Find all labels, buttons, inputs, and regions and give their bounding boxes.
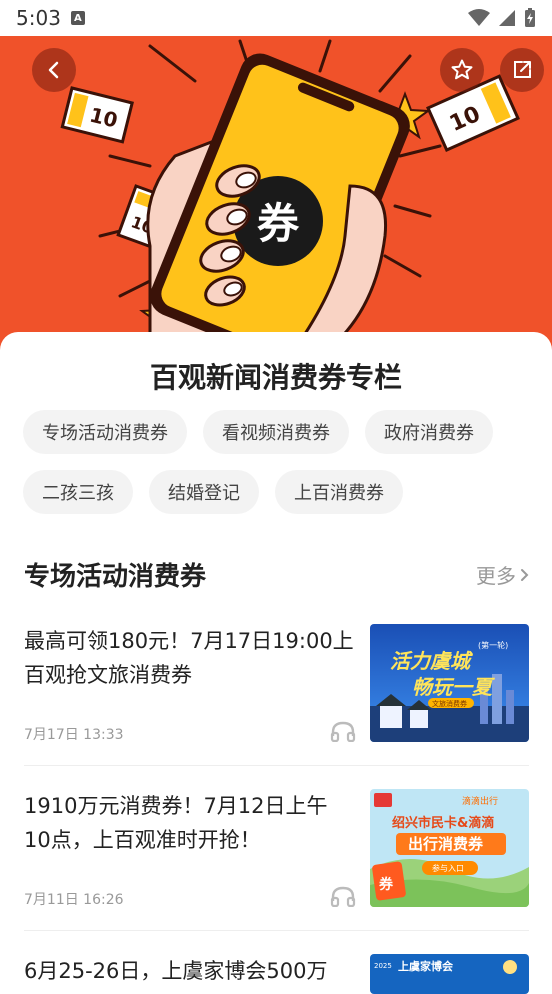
news-time: 7月11日 16:26 <box>24 892 124 908</box>
news-item[interactable]: 6月25-26日，上虞家博会500万 2025 上虞家博会 <box>24 954 529 994</box>
chip-shangbai[interactable]: 上百消费券 <box>275 470 403 514</box>
news-item[interactable]: 1910万元消费券！7月12日上午10点，上百观准时开抢！ 7月11日 16:2… <box>24 789 529 908</box>
share-external-icon <box>514 61 531 78</box>
svg-text:滴滴出行: 滴滴出行 <box>462 795 498 807</box>
news-thumbnail[interactable]: 活力虞城 畅玩一夏 (第一轮) 文旅消费券 <box>370 624 529 742</box>
chevron-right-icon <box>521 568 529 581</box>
svg-text:活力虞城: 活力虞城 <box>390 649 473 673</box>
hero-coupon-glyph: 券 <box>257 199 300 248</box>
section-title: 专场活动消费券 <box>24 562 207 592</box>
status-bar: 5:03 A <box>0 0 552 36</box>
svg-text:文旅消费券: 文旅消费券 <box>432 699 467 708</box>
news-time: 7月17日 13:33 <box>24 727 124 743</box>
share-button[interactable] <box>500 48 544 92</box>
news-title: 最高可领180元！7月17日19:00上百观抢文旅消费券 <box>24 629 354 687</box>
svg-text:出行消费券: 出行消费券 <box>408 835 484 853</box>
notification-a-icon: A <box>70 11 85 25</box>
favorite-button[interactable] <box>440 48 484 92</box>
svg-text:畅玩一夏: 畅玩一夏 <box>412 675 495 699</box>
battery-icon <box>525 8 535 27</box>
chip-government[interactable]: 政府消费券 <box>365 410 493 454</box>
content-sheet: 百观新闻消费券专栏 专场活动消费券 看视频消费券 政府消费券 二孩三孩 结婚登记… <box>0 332 552 994</box>
headphones-icon[interactable] <box>330 885 356 907</box>
chip-special-event[interactable]: 专场活动消费券 <box>23 410 187 454</box>
svg-text:(第一轮): (第一轮) <box>478 640 508 650</box>
svg-text:参与入口: 参与入口 <box>432 863 464 873</box>
headphones-icon[interactable] <box>330 720 356 742</box>
signal-icon <box>499 10 515 26</box>
wifi-icon <box>468 9 490 26</box>
news-thumbnail[interactable]: 滴滴出行 绍兴市民卡&滴滴 出行消费券 参与入口 券 <box>370 789 529 907</box>
svg-text:2025: 2025 <box>374 962 392 970</box>
section-header: 专场活动消费券 更多 <box>24 556 530 593</box>
chip-marriage[interactable]: 结婚登记 <box>149 470 259 514</box>
news-title: 1910万元消费券！7月12日上午10点，上百观准时开抢！ <box>24 794 328 852</box>
star-icon <box>451 59 473 80</box>
chip-video[interactable]: 看视频消费券 <box>203 410 349 454</box>
more-link[interactable]: 更多 <box>476 560 530 589</box>
status-time: 5:03 <box>16 6 61 30</box>
chip-second-third-child[interactable]: 二孩三孩 <box>23 470 133 514</box>
svg-text:绍兴市民卡&滴滴: 绍兴市民卡&滴滴 <box>392 815 494 831</box>
svg-text:券: 券 <box>379 876 394 893</box>
more-label: 更多 <box>476 564 516 588</box>
page-title: 百观新闻消费券专栏 <box>149 361 402 394</box>
news-thumbnail[interactable]: 2025 上虞家博会 <box>370 954 529 994</box>
chevron-left-icon <box>48 61 59 79</box>
svg-text:上虞家博会: 上虞家博会 <box>398 959 454 973</box>
news-divider <box>24 930 529 931</box>
news-item[interactable]: 最高可领180元！7月17日19:00上百观抢文旅消费券 7月17日 13:33… <box>24 624 529 743</box>
back-button[interactable] <box>32 48 76 92</box>
news-divider <box>24 765 529 766</box>
category-chips: 专场活动消费券 看视频消费券 政府消费券 二孩三孩 结婚登记 上百消费券 <box>23 410 538 514</box>
